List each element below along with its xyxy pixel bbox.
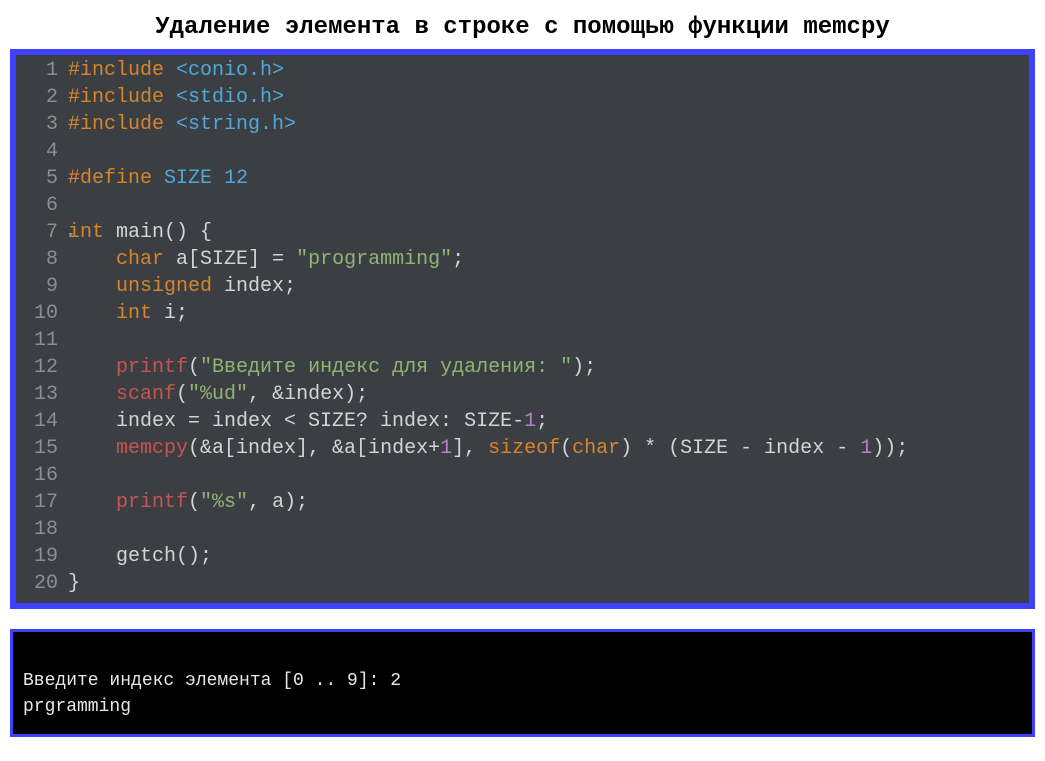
code-line: 14 index = index < SIZE? index: SIZE-1; [16,408,1029,435]
line-number: 2 [16,86,68,109]
code-line: 2#include <stdio.h> [16,84,1029,111]
code-content: unsigned index; [68,275,1029,298]
line-number: 18 [16,518,68,541]
console-line: Введите индекс элемента [0 .. 9]: 2 [23,671,401,691]
line-number: 6 [16,194,68,217]
code-line: 19 getch(); [16,543,1029,570]
code-content: } [68,572,1029,595]
line-number: 13 [16,383,68,406]
line-number: 3 [16,113,68,136]
code-editor: 1#include <conio.h>2#include <stdio.h>3#… [10,49,1035,609]
code-line: 10 int i; [16,300,1029,327]
line-number: 8 [16,248,68,271]
line-number: 10 [16,302,68,325]
code-line: 5#define SIZE 12 [16,165,1029,192]
code-line: 17 printf("%s", a); [16,489,1029,516]
line-number: 14 [16,410,68,433]
code-line: 8 char a[SIZE] = "programming"; [16,246,1029,273]
console-output: Введите индекс элемента [0 .. 9]: 2 prgr… [10,629,1035,737]
console-line: prgramming [23,697,131,717]
code-line: 7▾int main() { [16,219,1029,246]
code-line: 11 [16,327,1029,354]
line-number: 15 [16,437,68,460]
line-number: 12 [16,356,68,379]
page-title: Удаление элемента в строке с помощью фун… [0,0,1045,49]
code-content: #include <string.h> [68,113,1029,136]
code-line: 3#include <string.h> [16,111,1029,138]
code-line: 15 memcpy(&a[index], &a[index+1], sizeof… [16,435,1029,462]
fold-marker-icon[interactable]: ▾ [67,228,74,242]
line-number: 16 [16,464,68,487]
code-content: char a[SIZE] = "programming"; [68,248,1029,271]
code-line: 1#include <conio.h> [16,57,1029,84]
code-content: #define SIZE 12 [68,167,1029,190]
line-number: 9 [16,275,68,298]
code-content: printf("%s", a); [68,491,1029,514]
line-number: 5 [16,167,68,190]
code-content: index = index < SIZE? index: SIZE-1; [68,410,1029,433]
code-content: getch(); [68,545,1029,568]
code-content: int i; [68,302,1029,325]
code-content: #include <conio.h> [68,59,1029,82]
code-content: scanf("%ud", &index); [68,383,1029,406]
code-line: 9 unsigned index; [16,273,1029,300]
line-number: 19 [16,545,68,568]
line-number: 1 [16,59,68,82]
line-number: 20 [16,572,68,595]
code-line: 6 [16,192,1029,219]
code-line: 18 [16,516,1029,543]
code-line: 4 [16,138,1029,165]
code-line: 12 printf("Введите индекс для удаления: … [16,354,1029,381]
code-content: #include <stdio.h> [68,86,1029,109]
line-number: 17 [16,491,68,514]
code-line: 20} [16,570,1029,597]
code-content: int main() { [68,221,1029,244]
line-number: 11 [16,329,68,352]
code-content: memcpy(&a[index], &a[index+1], sizeof(ch… [68,437,1029,460]
code-line: 13 scanf("%ud", &index); [16,381,1029,408]
code-content: printf("Введите индекс для удаления: "); [68,356,1029,379]
line-number: 7▾ [16,221,68,244]
code-line: 16 [16,462,1029,489]
line-number: 4 [16,140,68,163]
